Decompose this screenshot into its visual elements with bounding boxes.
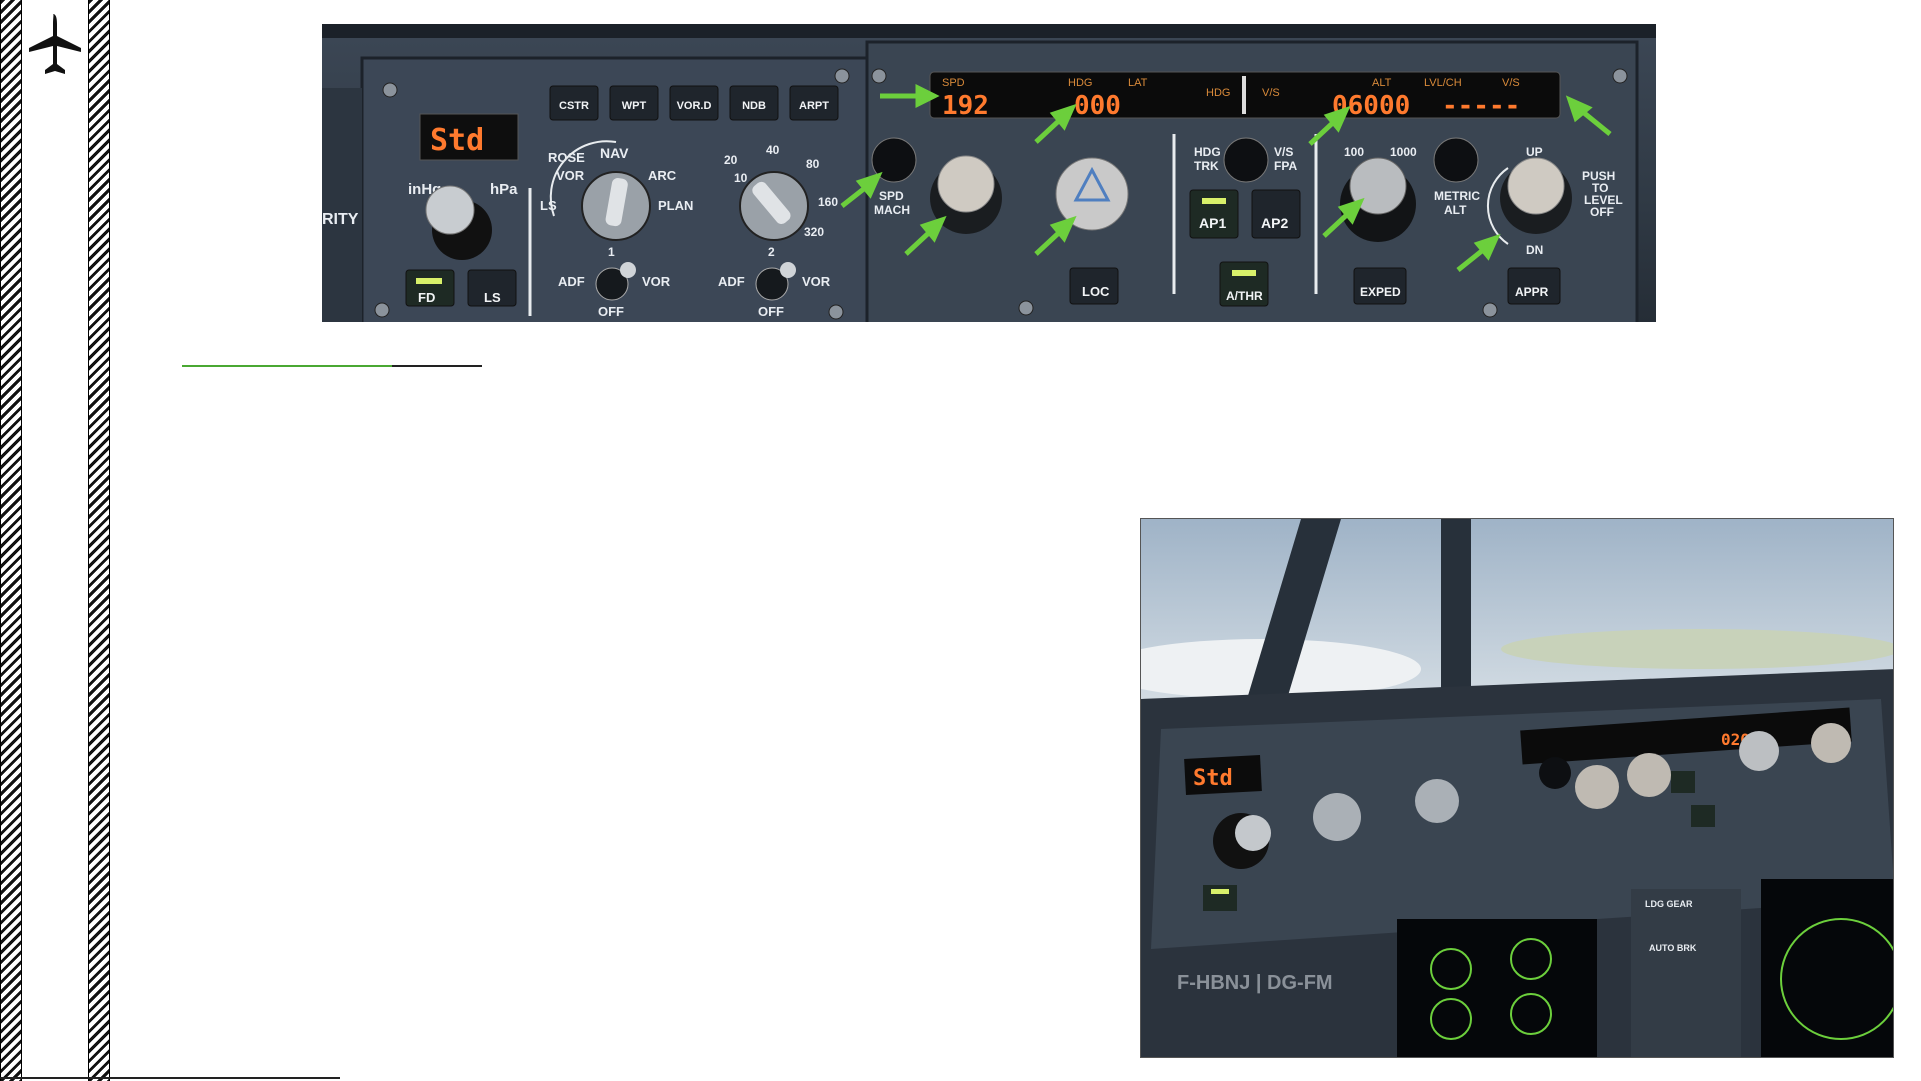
display-hdg-label: HDG [1068, 77, 1092, 89]
efis-option-label: WPT [622, 100, 647, 112]
efis-option-label: NDB [742, 100, 766, 112]
partial-label: RITY [322, 211, 359, 228]
photo-registration: F-HBNJ | DG-FM [1177, 972, 1333, 994]
airplane-icon [29, 14, 81, 74]
athr-button-label: A/THR [1226, 289, 1263, 303]
photo-ldg-gear-label: LDG GEAR [1645, 899, 1693, 909]
display-alt-label: ALT [1372, 77, 1392, 89]
adf1-adf-label: ADF [558, 274, 585, 289]
alt-100-label: 100 [1344, 145, 1364, 159]
adf1-vor-label: VOR [642, 274, 671, 289]
spd-label: SPD [879, 189, 904, 203]
efis-option-label: VOR.D [677, 100, 712, 112]
metric-alt-label: ALT [1444, 203, 1467, 217]
sidebar-stripe-left [0, 0, 22, 1081]
metric-alt-button[interactable] [1433, 137, 1479, 183]
baro-display: Std [430, 123, 484, 158]
mode-ls-label: LS [540, 198, 557, 213]
adf2-off-label: OFF [758, 304, 784, 319]
vs-dn-label: DN [1526, 243, 1543, 257]
sidebar-stripe-right [88, 0, 110, 1081]
cockpit-screenshot-image: Std 02000 LDG GEAR AUTO BRK F-HBNJ | DG-… [1140, 518, 1894, 1058]
off-label: OFF [1590, 205, 1614, 219]
appr-button-label: APPR [1515, 285, 1549, 299]
adf2-number: 2 [768, 245, 775, 259]
display-hdg2-label: HDG [1206, 87, 1230, 99]
speed-knob[interactable] [937, 155, 995, 213]
efis-option-label: CSTR [559, 100, 589, 112]
bottom-rule [0, 1077, 340, 1079]
loc-button-label: LOC [1082, 284, 1110, 299]
range-10-label: 10 [734, 171, 748, 185]
speed-value: 192 [942, 91, 989, 121]
adf2-vor-label: VOR [802, 274, 831, 289]
mode-vor-label: VOR [556, 168, 585, 183]
adf1-number: 1 [608, 245, 615, 259]
section-divider [182, 365, 482, 367]
alt-1000-label: 1000 [1390, 145, 1417, 159]
vertical-speed-value: ----- [1442, 91, 1520, 121]
ls-button-label: LS [484, 290, 501, 305]
photo-auto-brk-label: AUTO BRK [1649, 943, 1697, 953]
heading-value: 000 [1074, 91, 1121, 121]
hdg-trk-hdg-label: HDG [1194, 145, 1221, 159]
ap2-button-label: AP2 [1261, 215, 1288, 231]
fd-button-label: FD [418, 290, 435, 305]
range-80-label: 80 [806, 157, 820, 171]
vs-fpa-fpa-label: FPA [1274, 159, 1297, 173]
display-lat-label: LAT [1128, 77, 1148, 89]
display-vs-label: V/S [1262, 87, 1280, 99]
vertical-speed-knob[interactable] [1507, 157, 1565, 215]
range-160-label: 160 [818, 195, 838, 209]
fcu-panel-image: RITY Std inHg hPa FD LS CSTR WPT VOR.D NDB A… [322, 24, 1656, 322]
range-40-label: 40 [766, 143, 780, 157]
range-20-label: 20 [724, 153, 738, 167]
display-spd-label: SPD [942, 77, 965, 89]
mode-arc-label: ARC [648, 168, 677, 183]
vs-fpa-vs-label: V/S [1274, 145, 1293, 159]
hpa-label: hPa [490, 181, 518, 198]
display-vs2-label: V/S [1502, 77, 1520, 89]
mach-label: MACH [874, 203, 910, 217]
adf1-off-label: OFF [598, 304, 624, 319]
ap1-button-label: AP1 [1199, 215, 1226, 231]
range-320-label: 320 [804, 225, 824, 239]
display-lvlch-label: LVL/CH [1424, 77, 1462, 89]
adf2-adf-label: ADF [718, 274, 745, 289]
vs-up-label: UP [1526, 145, 1543, 159]
hdg-trk-button[interactable] [1223, 137, 1269, 183]
mode-nav-label: NAV [600, 145, 629, 161]
hdg-trk-trk-label: TRK [1194, 159, 1219, 173]
photo-baro-display: Std [1193, 766, 1233, 791]
efis-option-label: ARPT [799, 100, 829, 112]
baro-knob[interactable] [425, 185, 475, 235]
metric-label: METRIC [1434, 189, 1480, 203]
exped-button-label: EXPED [1360, 285, 1401, 299]
mode-plan-label: PLAN [658, 198, 693, 213]
